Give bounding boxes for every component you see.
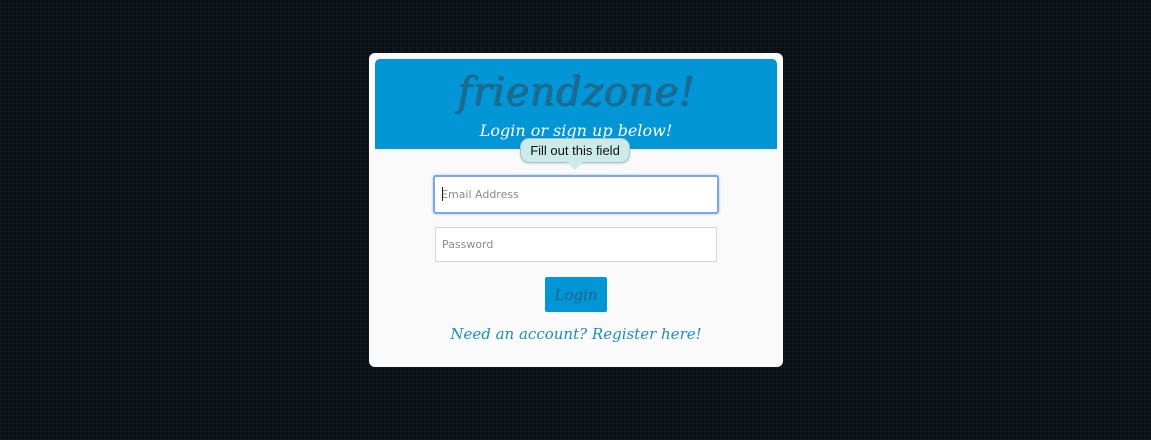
- text-caret: [442, 187, 443, 201]
- tooltip-arrow: [567, 162, 583, 170]
- register-link[interactable]: Need an account? Register here!: [369, 323, 783, 345]
- page-background: { "app": { "logo_text": "friendzone!", "…: [0, 0, 1151, 440]
- login-button[interactable]: Login: [545, 277, 607, 312]
- header-banner: friendzone! Login or sign up below!: [375, 59, 777, 149]
- app-logo: friendzone!: [457, 69, 695, 115]
- email-field[interactable]: [433, 175, 719, 214]
- login-card: friendzone! Login or sign up below! Fill…: [369, 53, 783, 367]
- validation-tooltip: Fill out this field: [520, 138, 630, 163]
- password-field[interactable]: [435, 227, 717, 262]
